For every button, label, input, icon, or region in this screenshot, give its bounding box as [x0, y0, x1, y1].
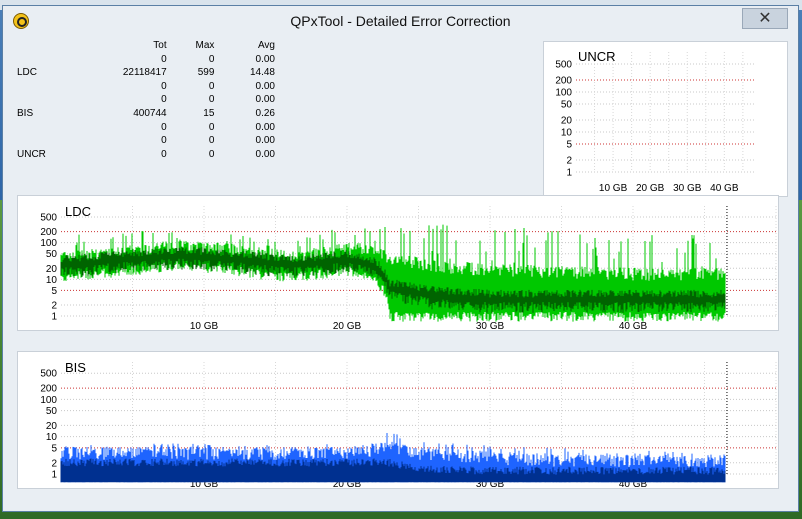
max-value: 0 — [208, 121, 215, 133]
max-value: 0 — [208, 148, 215, 160]
avg-value: 14.48 — [249, 67, 275, 79]
y-tick-label: 200 — [555, 75, 572, 86]
max-value: 0 — [208, 94, 215, 106]
x-tick-label: 20 GB — [636, 183, 665, 194]
y-tick-label: 5 — [51, 286, 57, 297]
y-tick-label: 100 — [40, 238, 57, 249]
row-label: UNCR — [17, 148, 46, 160]
y-tick-label: 100 — [555, 88, 572, 99]
y-tick-label: 50 — [561, 100, 573, 111]
avg-value: 0.26 — [255, 107, 275, 119]
y-tick-label: 1 — [51, 312, 57, 323]
row-label — [15, 93, 69, 107]
x-tick-label: 30 GB — [476, 321, 505, 330]
row-label: LDC — [17, 67, 38, 79]
chart-title: UNCR — [578, 49, 616, 64]
stats-row: LDC 22118417 599 14.48 — [15, 66, 277, 80]
y-tick-label: 10 — [561, 128, 573, 139]
y-tick-label: 500 — [555, 60, 572, 71]
x-tick-label: 20 GB — [333, 321, 362, 330]
stats-row: 0 0 0.00 — [15, 93, 277, 107]
tot-value: 22118417 — [122, 67, 167, 79]
tot-value: 0 — [161, 80, 167, 92]
max-value: 15 — [203, 107, 215, 119]
y-tick-label: 5 — [51, 443, 57, 454]
row-label — [15, 134, 69, 148]
max-value: 599 — [197, 67, 215, 79]
y-tick-label: 5 — [566, 140, 572, 151]
col-max: Max — [195, 40, 215, 51]
stats-row: UNCR 0 0 0.00 — [15, 148, 277, 162]
stats-row: 0 0 0.00 — [15, 134, 277, 148]
stats-header-row: Tot Max Avg — [15, 39, 277, 53]
y-tick-label: 200 — [40, 384, 57, 395]
ldc-chart: 12 51020 50100200 500 10 GB 20 GB 30 GB 40 GB LD… — [40, 204, 777, 332]
x-tick-label: 30 GB — [673, 183, 702, 194]
tot-value: 0 — [161, 53, 167, 65]
tot-value: 0 — [161, 94, 167, 106]
bis-chart: 12510205010020050010 GB 20 GB 30 GB 40 GBBI… — [40, 360, 777, 490]
bis-chart-panel: 1 2 5 10 20 50 100 200 500 10 GB 20 GB 30 GB 40 GB BI… — [17, 351, 779, 490]
title-bar[interactable]: QPxTool - Detailed Error Correction ✕ — [3, 6, 798, 36]
x-tick-label: 40 GB — [619, 321, 648, 330]
data-series — [60, 432, 726, 483]
max-value: 0 — [208, 80, 215, 92]
y-tick-label: 500 — [40, 369, 57, 380]
uncr-chart-panel: 1 2 5 10 20 50 100 200 500 10 GB 20 GB 30 GB 40 GB UN… — [543, 41, 788, 197]
y-tick-label: 500 — [40, 213, 57, 224]
stats-row: BIS 400744 15 0.26 — [15, 107, 277, 121]
stats-row: 0 0 0.00 — [15, 53, 277, 67]
ldc-chart-panel: 1 2 5 10 20 50 100 200 500 10 GB 20 GB 30 GB 40 GB LD… — [17, 195, 779, 332]
col-tot: Tot — [153, 40, 167, 51]
uncr-chart: 1 2 510 20 50100 200 500 10 GB 20 GB 30 GB 40 GB UN… — [555, 49, 754, 194]
data-series — [60, 224, 726, 322]
avg-value: 0.00 — [255, 148, 275, 160]
x-tick-label: 10 GB — [599, 183, 628, 194]
y-tick-label: 20 — [46, 421, 58, 432]
y-tick-label: 10 — [46, 432, 58, 443]
y-tick-label: 2 — [51, 458, 57, 469]
x-tick-label: 10 GB — [190, 321, 219, 330]
chart-title: BIS — [65, 360, 86, 375]
error-correction-window: QPxTool - Detailed Error Correction ✕ To… — [2, 5, 799, 512]
avg-value: 0.00 — [255, 80, 275, 92]
y-tick-label: 50 — [46, 249, 58, 260]
y-tick-label: 1 — [566, 168, 572, 179]
y-tick-label: 1 — [51, 470, 57, 481]
row-label — [15, 121, 69, 135]
x-tick-label: 40 GB — [710, 183, 739, 194]
row-label — [15, 80, 69, 94]
avg-value: 0.00 — [255, 121, 275, 133]
y-tick-label: 200 — [40, 227, 57, 238]
avg-value: 0.00 — [255, 94, 275, 106]
stats-row: 0 0 0.00 — [15, 80, 277, 94]
col-avg: Avg — [257, 40, 275, 51]
y-tick-label: 10 — [46, 275, 58, 286]
tot-value: 0 — [161, 121, 167, 133]
max-value: 0 — [208, 53, 215, 65]
y-tick-label: 2 — [566, 155, 572, 166]
tot-value: 0 — [161, 135, 167, 147]
y-tick-label: 20 — [561, 115, 573, 126]
tot-value: 400744 — [133, 107, 167, 119]
y-tick-label: 2 — [51, 300, 57, 311]
avg-value: 0.00 — [255, 53, 275, 65]
y-tick-label: 100 — [40, 395, 57, 406]
stats-row: 0 0 0.00 — [15, 121, 277, 135]
chart-title: LDC — [65, 204, 91, 219]
stats-table: Tot Max Avg 0 0 0.00 LDC 22118417 599 14.48 0… — [15, 39, 277, 161]
row-label: BIS — [17, 107, 34, 119]
avg-value: 0.00 — [255, 135, 275, 147]
y-tick-label: 50 — [46, 406, 58, 417]
window-title: QPxTool - Detailed Error Correction — [290, 13, 511, 29]
max-value: 0 — [208, 135, 215, 147]
row-label — [15, 53, 69, 67]
tot-value: 0 — [161, 148, 167, 160]
y-tick-label: 20 — [46, 264, 58, 275]
close-button[interactable]: ✕ — [742, 8, 788, 29]
